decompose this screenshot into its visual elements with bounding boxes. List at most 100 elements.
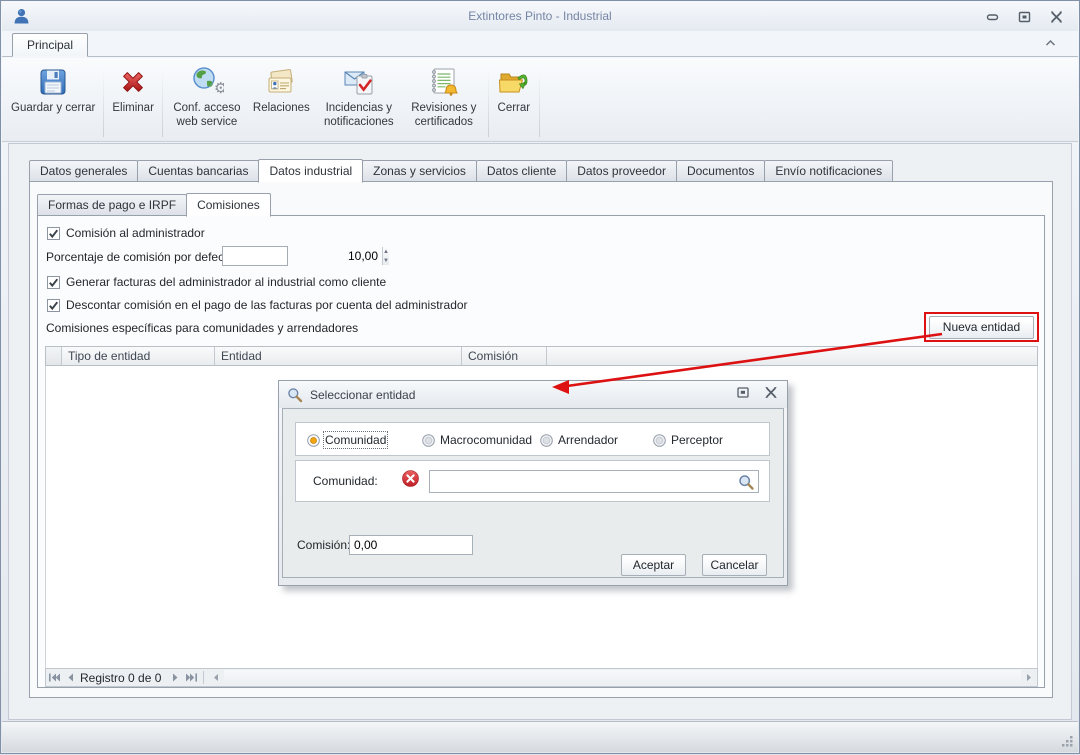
notebook-bell-icon [427,65,461,99]
record-counter: Registro 0 de 0 [80,670,162,685]
revisions-certificates-button[interactable]: Revisiones y certificados [403,60,485,139]
tab-datos-generales[interactable]: Datos generales [29,160,139,182]
tab-envio-notificaciones[interactable]: Envío notificaciones [764,160,894,182]
comision-field-label: Comisión: [297,538,351,552]
checkbox-comision-admin[interactable]: Comisión al administrador [47,226,205,240]
incidents-notifications-button[interactable]: Incidencias y notificaciones [315,60,403,139]
checkbox-generar-facturas-label: Generar facturas del administrador al in… [66,275,387,289]
contact-cards-icon [264,65,298,99]
svg-text:⚙: ⚙ [214,80,224,97]
radio-arrendador[interactable]: Arrendador [540,433,618,447]
checkbox-descontar-comision-label: Descontar comisión en el pago de las fac… [66,298,468,312]
checkbox-checked-icon [47,226,60,240]
grid-col-entidad[interactable]: Entidad [215,347,462,365]
collapse-ribbon-icon[interactable] [1043,37,1058,52]
magnifier-icon [288,387,303,402]
percent-spinner[interactable]: ▲ ▼ [222,246,389,266]
close-button[interactable] [1048,9,1064,24]
tab-datos-proveedor[interactable]: Datos proveedor [566,160,677,182]
ribbon-separator [487,62,489,137]
dialog-maximize-button[interactable] [737,387,749,401]
status-bar [2,721,1078,752]
tab-datos-industrial[interactable]: Datos industrial [258,159,364,183]
hscroll-right-icon[interactable] [1021,670,1037,685]
entity-field-label: Comunidad: [313,474,378,488]
relations-button[interactable]: Relaciones [248,60,315,139]
delete-icon [116,65,150,99]
radio-macrocomunidad-label: Macrocomunidad [440,433,533,447]
spin-down-icon[interactable]: ▼ [383,256,389,265]
comision-field[interactable] [349,535,473,555]
annotation-highlight-rect [924,312,1039,342]
hscroll-track[interactable] [224,670,1021,685]
checkbox-generar-facturas[interactable]: Generar facturas del administrador al in… [47,275,386,289]
checkbox-descontar-comision[interactable]: Descontar comisión en el pago de las fac… [47,298,468,312]
close-form-button[interactable]: Cerrar [492,60,536,139]
spinner-buttons[interactable]: ▲ ▼ [382,247,389,265]
web-service-config-button[interactable]: ⚙ Conf. acceso web service [166,60,248,139]
checkbox-checked-icon [47,275,60,289]
grid-col-comision[interactable]: Comisión [462,347,547,365]
radio-comunidad[interactable]: Comunidad [307,431,389,449]
tab-datos-cliente[interactable]: Datos cliente [475,160,568,182]
delete-label: Eliminar [112,102,154,114]
accept-button[interactable]: Aceptar [621,554,686,576]
save-close-label: Guardar y cerrar [11,102,96,114]
grid-col-tipo-entidad[interactable]: Tipo de entidad [62,347,215,365]
comision-input[interactable] [350,536,472,554]
tab-cuentas-bancarias[interactable]: Cuentas bancarias [137,160,260,182]
hscroll-left-icon[interactable] [208,670,224,685]
web-service-config-label: Conf. acceso web service [173,102,241,128]
entity-search-input[interactable] [430,471,758,492]
nav-first-icon[interactable] [46,670,62,685]
cancel-button[interactable]: Cancelar [702,554,767,576]
nav-prev-icon[interactable] [62,670,78,685]
main-tab-strip: Datos generales Cuentas bancarias Datos … [29,159,894,183]
radio-selected-icon [307,433,320,447]
window-title: Extintores Pinto - Industrial [468,9,612,23]
delete-button[interactable]: Eliminar [107,60,159,139]
radio-macrocomunidad[interactable]: Macrocomunidad [422,433,532,447]
entity-selector-group: Comunidad: [295,460,770,502]
error-icon [402,470,419,487]
percent-input[interactable] [223,247,382,265]
ribbon-tab-principal[interactable]: Principal [12,33,89,57]
spin-up-icon[interactable]: ▲ [383,247,389,256]
search-icon[interactable] [738,474,755,491]
dialog-close-button[interactable] [765,387,777,401]
radio-arrendador-label: Arrendador [558,433,619,447]
title-bar: Extintores Pinto - Industrial [2,2,1078,31]
mail-clipboard-icon [342,65,376,99]
percent-default-label: Porcentaje de comisión por defecto: [46,250,238,264]
ribbon-separator [161,62,163,137]
save-close-button[interactable]: Guardar y cerrar [6,60,100,139]
grid-header: Tipo de entidad Entidad Comisión [45,346,1038,366]
dialog-title-bar[interactable]: Seleccionar entidad [279,381,787,408]
entity-type-group: Comunidad Macrocomunidad Arrendador Perc… [295,422,770,456]
dialog-title: Seleccionar entidad [310,387,416,402]
sub-tab-strip: Formas de pago e IRPF Comisiones [37,193,271,217]
nav-next-icon[interactable] [167,670,183,685]
radio-perceptor[interactable]: Perceptor [653,433,723,447]
globe-gear-icon: ⚙ [190,65,224,99]
navigator-divider [203,671,205,684]
close-form-label: Cerrar [497,102,531,114]
radio-perceptor-label: Perceptor [671,433,724,447]
minimize-button[interactable] [984,9,1000,24]
app-window: Extintores Pinto - Industrial Principal … [0,0,1080,754]
tab-formas-pago-irpf[interactable]: Formas de pago e IRPF [37,194,188,216]
radio-comunidad-label: Comunidad [322,431,389,449]
tab-comisiones[interactable]: Comisiones [186,193,271,217]
checkbox-comision-admin-label: Comisión al administrador [66,226,205,240]
tab-documentos[interactable]: Documentos [675,160,766,182]
relations-label: Relaciones [252,102,310,114]
resize-grip[interactable] [1060,734,1074,748]
tab-zonas-servicios[interactable]: Zonas y servicios [362,160,477,182]
maximize-button[interactable] [1016,9,1032,24]
radio-unselected-icon [422,433,435,447]
incidents-notifications-label: Incidencias y notificaciones [323,102,394,128]
record-navigator: Registro 0 de 0 [45,668,1038,687]
ribbon-separator [103,62,105,137]
nav-last-icon[interactable] [183,670,199,685]
entity-search-field[interactable] [429,470,759,493]
